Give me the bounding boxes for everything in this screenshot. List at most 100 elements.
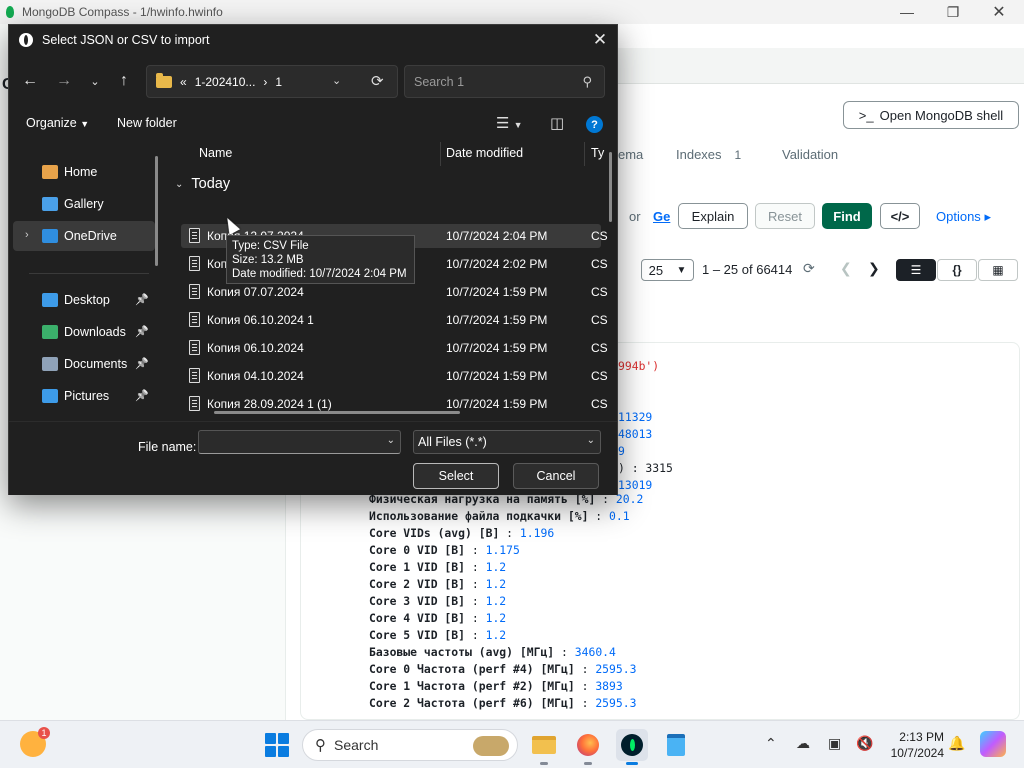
nav-item-desktop[interactable]: Desktop 📌 xyxy=(9,285,159,315)
search-box[interactable]: ⚲ xyxy=(404,65,605,98)
downloads-icon xyxy=(42,325,58,339)
taskbar-search[interactable]: ⚲ Search xyxy=(302,729,518,761)
table-view-button[interactable]: ▦ xyxy=(978,259,1018,281)
field-value: 0.1 xyxy=(609,509,630,523)
nav-item-onedrive[interactable]: › OneDrive xyxy=(13,221,155,251)
file-row[interactable]: Копия 06.10.2024 10/7/2024 1:59 PM CS xyxy=(181,336,608,360)
up-folder-icon[interactable]: ↑ xyxy=(112,69,136,93)
chevron-down-icon[interactable]: ⌄ xyxy=(387,435,395,446)
column-header-type[interactable]: Ty xyxy=(591,138,617,168)
file-date-modified: 10/7/2024 1:59 PM xyxy=(446,397,548,411)
field-value: 1.2 xyxy=(485,611,507,625)
breadcrumb-current[interactable]: 1 xyxy=(275,75,282,89)
back-icon[interactable]: ← xyxy=(18,69,42,93)
column-header-name[interactable]: Name xyxy=(199,138,439,168)
chevron-down-icon[interactable]: ⌄ xyxy=(332,74,341,87)
nav-item-music[interactable]: Music xyxy=(9,413,159,418)
reset-button[interactable]: Reset xyxy=(755,203,815,229)
file-name-input[interactable] xyxy=(199,431,379,453)
nav-item-label: Documents xyxy=(64,357,128,371)
network-icon[interactable]: ▣ xyxy=(828,735,841,752)
file-name-label: File name: xyxy=(138,440,197,454)
tab-schema[interactable]: ema xyxy=(618,147,643,162)
search-input[interactable] xyxy=(414,74,574,89)
file-explorer-icon[interactable] xyxy=(528,729,560,765)
file-name: Копия 28.09.2024 1 (1) xyxy=(207,397,332,411)
breadcrumb-item[interactable]: 1-202410... xyxy=(195,75,256,89)
close-icon[interactable]: ✕ xyxy=(583,25,617,55)
notepad-icon[interactable] xyxy=(660,729,692,761)
options-toggle[interactable]: Options ▸ xyxy=(936,209,991,225)
field-key: Core 0 VID [В] xyxy=(369,543,466,557)
list-view-button[interactable]: ☰ xyxy=(896,259,936,281)
next-page-icon[interactable]: ❯ xyxy=(868,260,880,277)
firefox-icon[interactable] xyxy=(572,729,604,765)
generate-query-link[interactable]: Ge xyxy=(653,209,670,224)
file-row[interactable]: Копия 06.10.2024 1 10/7/2024 1:59 PM CS xyxy=(181,308,608,332)
file-row[interactable]: Копия 04.10.2024 10/7/2024 1:59 PM CS xyxy=(181,364,608,388)
refresh-icon[interactable]: ⟳ xyxy=(803,260,815,277)
prev-page-icon[interactable]: ❮ xyxy=(840,260,852,277)
forward-icon[interactable]: → xyxy=(52,69,76,93)
nav-item-documents[interactable]: Documents 📌 xyxy=(9,349,159,379)
navigation-pane: Home Gallery › OneDrive Desktop 📌 Downloads 📌 Do… xyxy=(9,142,167,418)
document-field: Core 1 Частота (perf #2) [МГц] : 3893 xyxy=(369,678,643,695)
weather-widget-icon[interactable]: 1 xyxy=(20,727,50,757)
cancel-button[interactable]: Cancel xyxy=(513,463,599,489)
close-window-icon[interactable]: ✕ xyxy=(976,0,1022,24)
tab-validation[interactable]: Validation xyxy=(782,147,838,162)
windows-logo-icon xyxy=(265,746,276,757)
recent-locations-icon[interactable]: ⌄ xyxy=(83,69,107,93)
chevron-right-icon[interactable]: › xyxy=(25,229,29,241)
tab-indexes[interactable]: Indexes 1 xyxy=(676,147,746,162)
page-size-select[interactable]: 25 ▼ xyxy=(641,259,694,281)
nav-item-gallery[interactable]: Gallery xyxy=(9,189,159,219)
maximize-icon[interactable]: ❐ xyxy=(930,0,976,24)
volume-muted-icon[interactable]: 🔇 xyxy=(856,735,873,752)
file-list-horizontal-scrollbar[interactable] xyxy=(214,411,460,414)
pin-icon: 📌 xyxy=(135,326,149,338)
group-header-today[interactable]: ⌄ Today xyxy=(175,176,230,192)
mongodb-compass-icon[interactable] xyxy=(616,729,648,765)
caret-down-icon: ▼ xyxy=(80,119,90,129)
organize-menu[interactable]: Organize ▼ xyxy=(26,116,89,130)
file-icon xyxy=(189,396,200,411)
new-folder-button[interactable]: New folder xyxy=(117,116,177,130)
help-icon[interactable]: ? xyxy=(586,116,603,133)
select-button[interactable]: Select xyxy=(413,463,499,489)
minimize-icon[interactable]: — xyxy=(884,0,930,24)
field-value: 1.2 xyxy=(485,594,507,608)
field-key: Использование файла подкачки [%] xyxy=(369,509,589,523)
explain-button[interactable]: Explain xyxy=(678,203,748,229)
onedrive-offline-icon[interactable]: ☁ xyxy=(796,735,810,752)
field-key: Core 2 Частота (perf #6) [МГц] xyxy=(369,696,575,710)
windows-logo-icon xyxy=(265,733,276,744)
preview-pane-icon[interactable]: ◫ xyxy=(550,114,564,132)
system-clock[interactable]: 2:13 PM 10/7/2024 xyxy=(882,729,944,761)
file-date-modified: 10/7/2024 1:59 PM xyxy=(446,369,548,383)
view-options-icon[interactable]: ☰ ▼ xyxy=(496,114,523,132)
show-hidden-icons[interactable]: ⌃ xyxy=(765,735,777,752)
file-list-vertical-scrollbar[interactable] xyxy=(609,152,612,222)
notifications-bell-icon[interactable]: 🔔 xyxy=(948,735,965,752)
nav-item-pictures[interactable]: Pictures 📌 xyxy=(9,381,159,411)
file-info-tooltip: Type: CSV File Size: 13.2 MB Date modifi… xyxy=(226,235,415,284)
refresh-icon[interactable]: ⟳ xyxy=(371,72,384,90)
address-bar[interactable]: « 1-202410... › 1 ⌄ ⟳ xyxy=(146,65,398,98)
compass-window-title: MongoDB Compass - 1/hwinfo.hwinfo xyxy=(22,5,223,19)
breadcrumb-overflow[interactable]: « xyxy=(180,75,187,89)
nav-item-downloads[interactable]: Downloads 📌 xyxy=(9,317,159,347)
find-button[interactable]: Find xyxy=(822,203,872,229)
nav-item-home[interactable]: Home xyxy=(9,157,159,187)
start-button[interactable] xyxy=(265,733,289,757)
open-shell-button[interactable]: >_ Open MongoDB shell xyxy=(843,101,1019,129)
pin-icon: 📌 xyxy=(135,390,149,402)
copilot-icon[interactable] xyxy=(980,731,1006,757)
column-divider xyxy=(440,142,441,166)
json-view-button[interactable]: {} xyxy=(937,259,977,281)
file-name-combo[interactable]: ⌄ xyxy=(198,430,401,454)
code-view-button[interactable]: </> xyxy=(880,203,920,229)
file-type-select[interactable]: All Files (*.*) ⌄ xyxy=(413,430,601,454)
file-type: CS xyxy=(591,313,608,327)
column-header-date[interactable]: Date modified xyxy=(446,138,584,168)
